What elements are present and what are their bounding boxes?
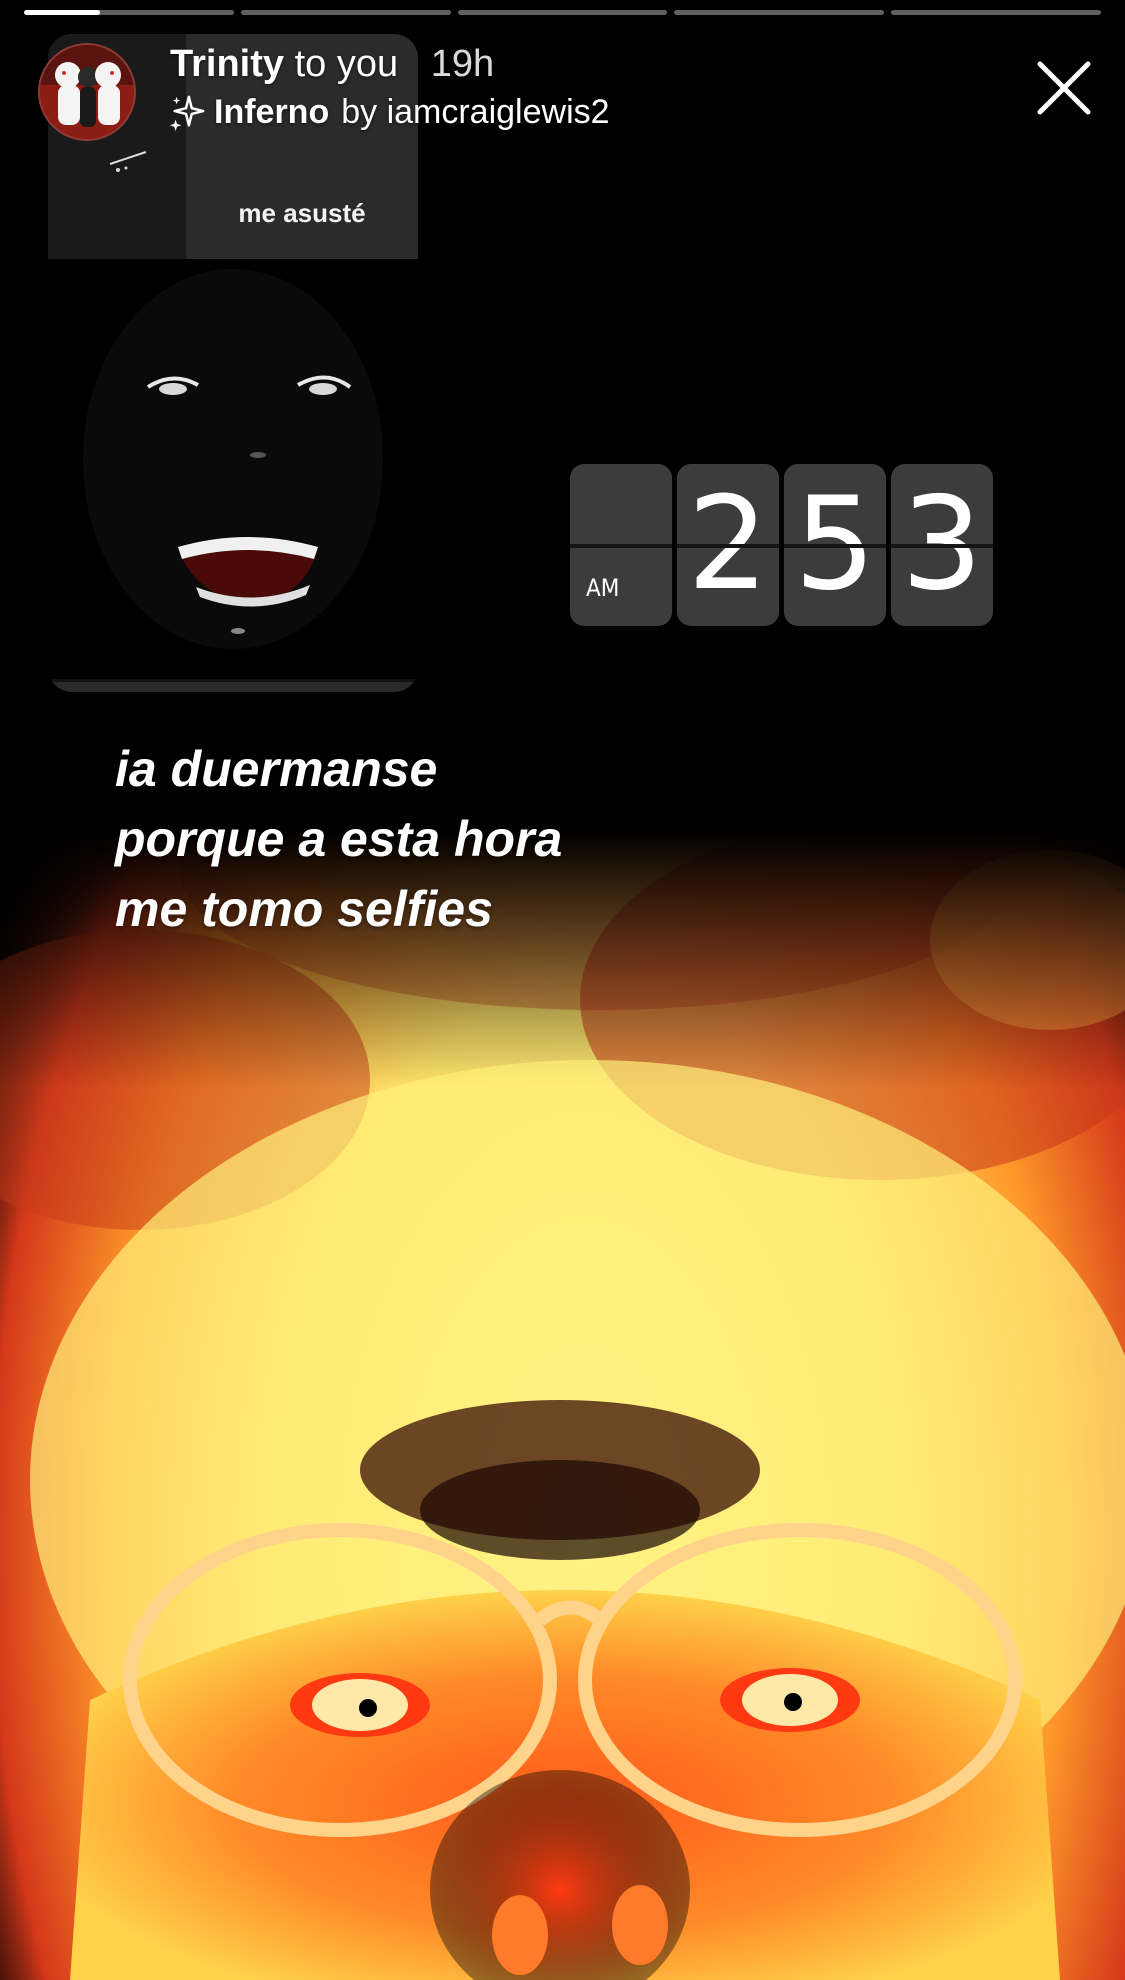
overlay-text-line: ia duermanse — [115, 741, 438, 797]
creepy-face-image — [48, 259, 418, 679]
close-button[interactable] — [1034, 58, 1094, 118]
story-viewer[interactable]: me asusté Trinity to you 19h Inferno by … — [0, 0, 1125, 1980]
clock-ampm-tile: AM — [570, 464, 672, 626]
clock-hour-digit: 2 — [687, 470, 769, 619]
recipient-text: to you — [294, 43, 399, 85]
effect-attribution[interactable]: Inferno by iamcraiglewis2 — [168, 90, 610, 134]
clock-minute-ones-digit: 3 — [901, 470, 983, 619]
story-header: Trinity to you 19h — [170, 40, 494, 88]
effect-name: Inferno — [214, 93, 330, 131]
progress-segment — [24, 10, 234, 15]
username[interactable]: Trinity — [170, 43, 284, 85]
progress-segment — [891, 10, 1101, 15]
story-progress-bar — [24, 10, 1101, 15]
effect-creator: by iamcraiglewis2 — [341, 93, 610, 131]
progress-segment — [457, 10, 668, 15]
story-text-overlay[interactable]: ia duermanse porque a esta hora me tomo … — [115, 734, 755, 944]
progress-segment — [240, 10, 451, 15]
timestamp: 19h — [430, 43, 495, 85]
clock-digit-tile: 2 — [677, 464, 779, 626]
progress-segment — [674, 10, 885, 15]
card-caption: me asusté — [238, 198, 366, 228]
clock-digit-tile: 3 — [891, 464, 993, 626]
avatar[interactable] — [38, 43, 136, 141]
card-footer-area — [48, 682, 418, 692]
overlay-text-line: porque a esta hora — [115, 811, 563, 867]
clock-sticker[interactable]: AM 2 5 3 — [570, 464, 993, 626]
clock-minute-tens-digit: 5 — [794, 470, 876, 619]
overlay-text-line: me tomo selfies — [115, 881, 493, 937]
clock-digit-tile: 5 — [784, 464, 886, 626]
close-icon — [1037, 61, 1091, 115]
clock-ampm: AM — [586, 574, 620, 602]
avatar-image — [40, 45, 134, 139]
sparkle-icon — [169, 95, 205, 131]
